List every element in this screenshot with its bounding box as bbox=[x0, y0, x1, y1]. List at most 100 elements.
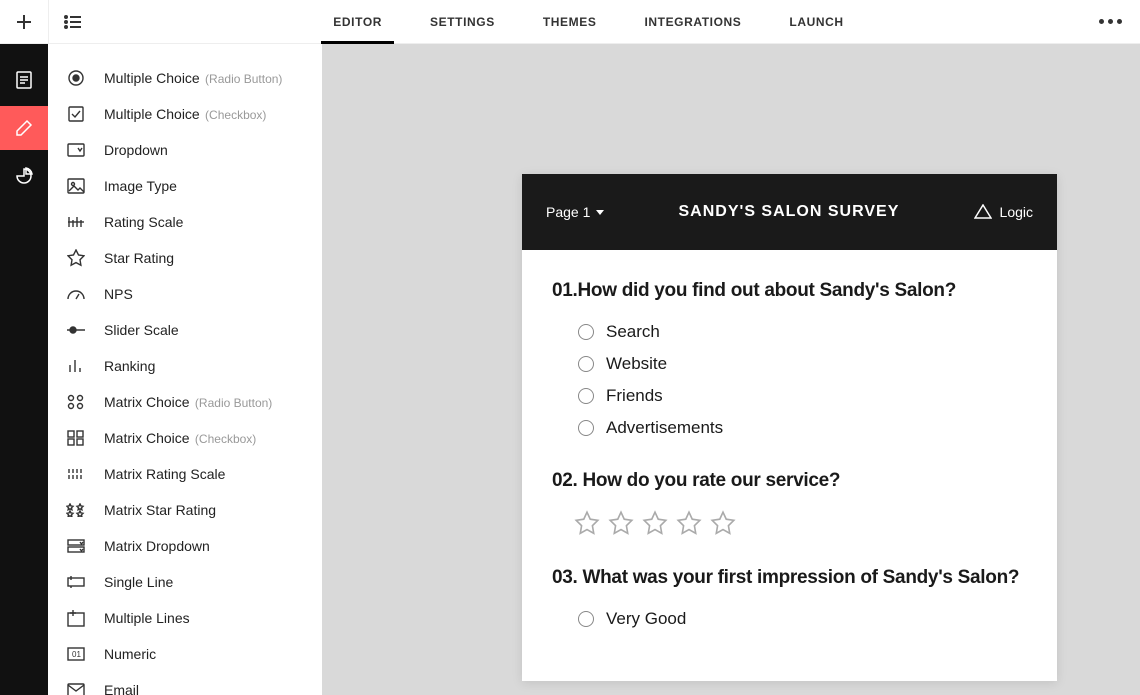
radio-icon bbox=[578, 420, 594, 436]
qtype-item[interactable]: NPS bbox=[66, 276, 304, 312]
logic-button[interactable]: Logic bbox=[974, 204, 1033, 220]
gauge-icon bbox=[66, 284, 86, 304]
slider-icon bbox=[66, 320, 86, 340]
star-button[interactable] bbox=[642, 510, 668, 541]
qtype-label: Single Line bbox=[104, 574, 173, 590]
rail-edit-button[interactable] bbox=[0, 106, 48, 150]
qtype-meta: (Radio Button) bbox=[192, 396, 273, 410]
qtype-label: Multiple Choice (Checkbox) bbox=[104, 106, 266, 122]
rail-pages-button[interactable] bbox=[0, 58, 48, 102]
qtype-label: Dropdown bbox=[104, 142, 168, 158]
tab-editor[interactable]: EDITOR bbox=[333, 0, 382, 43]
star-button[interactable] bbox=[608, 510, 634, 541]
editor-canvas: Page 1 SANDY'S SALON SURVEY Logic 01.How… bbox=[322, 44, 1140, 695]
qtype-label: Star Rating bbox=[104, 250, 174, 266]
svg-text:01: 01 bbox=[72, 650, 81, 659]
radio-option[interactable]: Advertisements bbox=[552, 412, 1027, 444]
qtype-label: Matrix Dropdown bbox=[104, 538, 210, 554]
survey-question: 02. How do you rate our service? bbox=[552, 470, 1027, 541]
matrix-dropdown-icon bbox=[66, 536, 86, 556]
qtype-label: Matrix Choice (Radio Button) bbox=[104, 394, 272, 410]
numeric-icon: 01 bbox=[66, 644, 86, 664]
top-bar: EDITOR SETTINGS THEMES INTEGRATIONS LAUN… bbox=[0, 0, 1140, 44]
qtype-label: Matrix Rating Scale bbox=[104, 466, 225, 482]
radio-icon bbox=[578, 611, 594, 627]
question-title: 02. How do you rate our service? bbox=[552, 470, 1027, 492]
star-button[interactable] bbox=[710, 510, 736, 541]
qtype-item[interactable]: Single Line bbox=[66, 564, 304, 600]
qtype-item[interactable]: Matrix Star Rating bbox=[66, 492, 304, 528]
radio-option[interactable]: Website bbox=[552, 348, 1027, 380]
list-view-button[interactable] bbox=[49, 0, 97, 44]
rail-reports-button[interactable] bbox=[0, 154, 48, 198]
page-selector[interactable]: Page 1 bbox=[546, 204, 604, 220]
radio-icon bbox=[578, 388, 594, 404]
dropdown-icon bbox=[66, 140, 86, 160]
radio-option[interactable]: Friends bbox=[552, 380, 1027, 412]
qtype-item[interactable]: Multiple Choice (Checkbox) bbox=[66, 96, 304, 132]
option-label: Friends bbox=[606, 386, 663, 406]
radio-option[interactable]: Search bbox=[552, 316, 1027, 348]
more-button[interactable] bbox=[1080, 19, 1140, 24]
qtype-meta: (Checkbox) bbox=[192, 432, 257, 446]
add-button[interactable] bbox=[0, 0, 48, 44]
qtype-item[interactable]: Dropdown bbox=[66, 132, 304, 168]
email-icon bbox=[66, 680, 86, 695]
option-label: Very Good bbox=[606, 609, 686, 629]
option-label: Search bbox=[606, 322, 660, 342]
list-icon bbox=[64, 15, 82, 29]
radio-icon bbox=[66, 68, 86, 88]
question-title: 03. What was your first impression of Sa… bbox=[552, 567, 1027, 589]
matrix-radio-icon bbox=[66, 392, 86, 412]
qtype-label: Multiple Choice (Radio Button) bbox=[104, 70, 282, 86]
qtype-item[interactable]: 01 Numeric bbox=[66, 636, 304, 672]
pencil-icon bbox=[15, 119, 33, 137]
radio-option[interactable]: Very Good bbox=[552, 603, 1027, 635]
qtype-label: Slider Scale bbox=[104, 322, 179, 338]
qtype-item[interactable]: Rating Scale bbox=[66, 204, 304, 240]
star-button[interactable] bbox=[574, 510, 600, 541]
survey-question: 03. What was your first impression of Sa… bbox=[552, 567, 1027, 635]
qtype-item[interactable]: Matrix Choice (Checkbox) bbox=[66, 420, 304, 456]
qtype-label: Multiple Lines bbox=[104, 610, 190, 626]
survey-header: Page 1 SANDY'S SALON SURVEY Logic bbox=[522, 174, 1057, 250]
qtype-item[interactable]: Multiple Choice (Radio Button) bbox=[66, 60, 304, 96]
left-rail bbox=[0, 44, 48, 695]
qtype-item[interactable]: Ranking bbox=[66, 348, 304, 384]
tab-integrations[interactable]: INTEGRATIONS bbox=[644, 0, 741, 43]
qtype-item[interactable]: Matrix Choice (Radio Button) bbox=[66, 384, 304, 420]
qtype-meta: (Checkbox) bbox=[202, 108, 267, 122]
tab-launch[interactable]: LAUNCH bbox=[789, 0, 843, 43]
multi-line-icon bbox=[66, 608, 86, 628]
pie-chart-icon bbox=[15, 167, 33, 185]
survey-title: SANDY'S SALON SURVEY bbox=[604, 203, 973, 221]
qtype-item[interactable]: Multiple Lines bbox=[66, 600, 304, 636]
qtype-label: Image Type bbox=[104, 178, 177, 194]
survey-body: 01.How did you find out about Sandy's Sa… bbox=[522, 250, 1057, 681]
qtype-item[interactable]: Star Rating bbox=[66, 240, 304, 276]
matrix-rating-icon bbox=[66, 464, 86, 484]
qtype-label: Matrix Choice (Checkbox) bbox=[104, 430, 256, 446]
qtype-item[interactable]: Slider Scale bbox=[66, 312, 304, 348]
qtype-item[interactable]: Matrix Rating Scale bbox=[66, 456, 304, 492]
option-label: Advertisements bbox=[606, 418, 723, 438]
qtype-item[interactable]: Image Type bbox=[66, 168, 304, 204]
nav-tabs: EDITOR SETTINGS THEMES INTEGRATIONS LAUN… bbox=[97, 0, 1080, 43]
star-icon bbox=[66, 248, 86, 268]
caret-down-icon bbox=[596, 210, 604, 215]
topbar-left bbox=[0, 0, 97, 43]
tab-settings[interactable]: SETTINGS bbox=[430, 0, 495, 43]
qtype-label: Ranking bbox=[104, 358, 155, 374]
qtype-item[interactable]: Matrix Dropdown bbox=[66, 528, 304, 564]
qtype-label: Numeric bbox=[104, 646, 156, 662]
qtype-item[interactable]: Email bbox=[66, 672, 304, 695]
ellipsis-icon bbox=[1099, 19, 1122, 24]
matrix-check-icon bbox=[66, 428, 86, 448]
qtype-label: Rating Scale bbox=[104, 214, 183, 230]
option-label: Website bbox=[606, 354, 667, 374]
tab-themes[interactable]: THEMES bbox=[543, 0, 597, 43]
matrix-star-icon bbox=[66, 500, 86, 520]
question-types-sidebar: Multiple Choice (Radio Button) Multiple … bbox=[48, 44, 322, 695]
star-button[interactable] bbox=[676, 510, 702, 541]
plus-icon bbox=[15, 13, 33, 31]
